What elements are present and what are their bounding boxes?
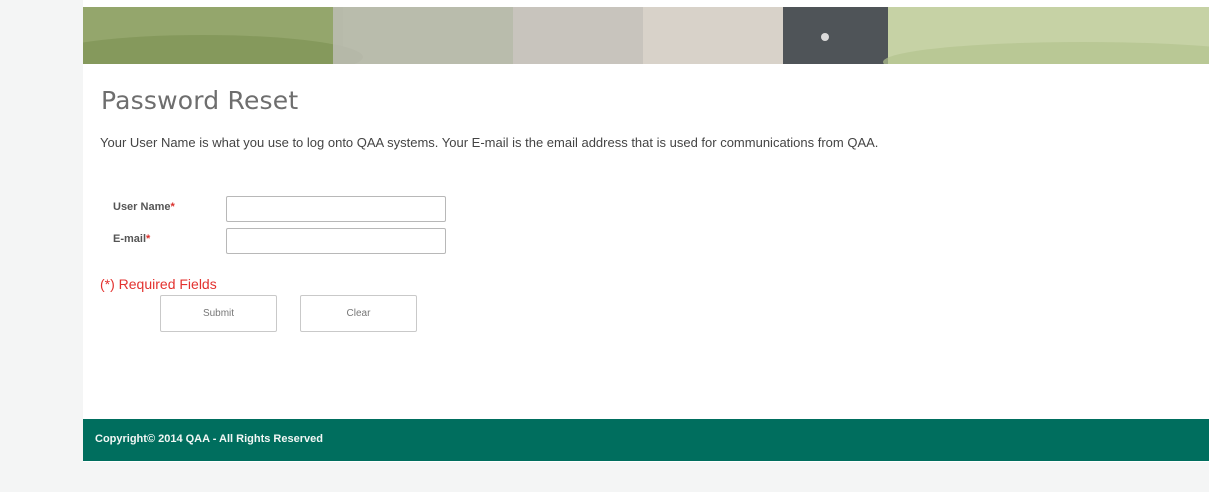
submit-button[interactable]: Submit [160, 295, 277, 332]
intro-text: Your User Name is what you use to log on… [100, 135, 879, 150]
email-label: E-mail* [113, 233, 150, 245]
footer-bar: Copyright© 2014 QAA - All Rights Reserve… [83, 419, 1209, 461]
banner-photo [83, 7, 1209, 64]
page-title: Password Reset [101, 86, 299, 115]
user-name-row: User Name* [113, 196, 533, 222]
email-input[interactable] [226, 228, 446, 254]
required-marker: * [170, 201, 175, 213]
footer-copyright: Copyright© 2014 QAA - All Rights Reserve… [95, 433, 323, 445]
user-name-label: User Name* [113, 201, 175, 213]
clear-button[interactable]: Clear [300, 295, 417, 332]
required-marker: * [146, 233, 151, 245]
email-label-text: E-mail [113, 233, 147, 245]
required-fields-note: (*) Required Fields [100, 276, 217, 292]
email-row: E-mail* [113, 228, 533, 254]
page-container: Password Reset Your User Name is what yo… [83, 0, 1209, 462]
header-banner-image [83, 7, 1209, 64]
user-name-input[interactable] [226, 196, 446, 222]
user-name-label-text: User Name [113, 201, 171, 213]
